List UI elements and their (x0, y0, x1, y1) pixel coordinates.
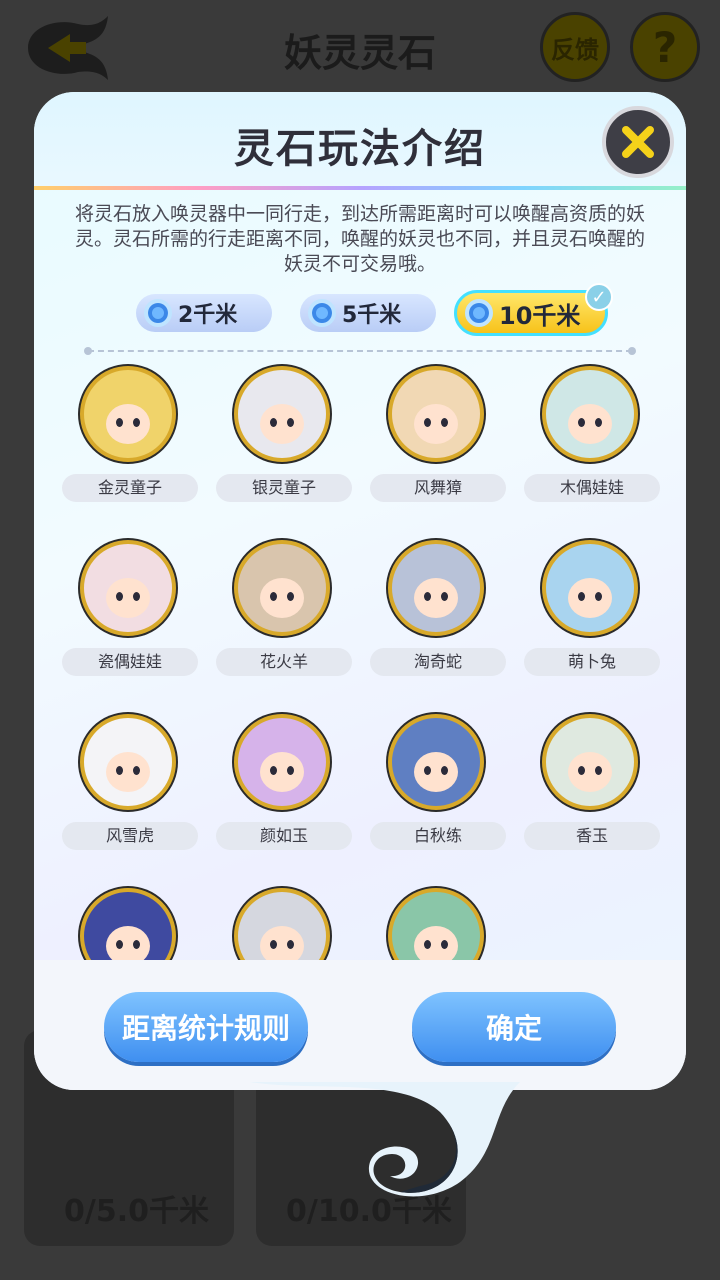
spirit-face-icon (106, 578, 150, 618)
dialog-description: 将灵石放入唤灵器中一同行走，到达所需距离时可以唤醒高资质的妖灵。灵石所需的行走距… (74, 203, 645, 275)
spirit-card[interactable]: 香玉 (524, 710, 660, 860)
checkmark-icon: ✓ (585, 283, 613, 311)
dialog-tail-swirl (250, 1082, 520, 1197)
spirit-card[interactable]: 银灵童子 (216, 362, 352, 512)
spirit-name: 淘奇蛇 (370, 648, 506, 676)
spirit-avatar (234, 540, 330, 636)
spirit-avatar (234, 888, 330, 962)
tab-label: 2千米 (178, 303, 238, 328)
spirit-avatar (542, 540, 638, 636)
spirit-avatar (234, 714, 330, 810)
spirit-avatar (80, 540, 176, 636)
spirit-name: 银灵童子 (216, 474, 352, 502)
confirm-button[interactable]: 确定 (412, 992, 616, 1062)
spirit-card[interactable] (370, 884, 506, 962)
spirit-avatar (80, 888, 176, 962)
spirit-card[interactable]: 风雪虎 (62, 710, 198, 860)
rainbow-divider (34, 186, 686, 190)
intro-dialog: 灵石玩法介绍 将灵石放入唤灵器中一同行走，到达所需距离时可以唤醒高资质的妖灵。灵… (34, 92, 686, 1090)
spirit-name: 金灵童子 (62, 474, 198, 502)
spirit-card[interactable]: 风舞獐 (370, 362, 506, 512)
spirit-name: 风舞獐 (370, 474, 506, 502)
tab-label: 5千米 (342, 303, 402, 328)
spirit-name: 香玉 (524, 822, 660, 850)
spirit-face-icon (414, 578, 458, 618)
spirit-name: 白秋练 (370, 822, 506, 850)
page-title: 妖灵灵石 (283, 31, 436, 75)
spirit-name: 木偶娃娃 (524, 474, 660, 502)
spirit-avatar (234, 366, 330, 462)
spirit-avatar (388, 540, 484, 636)
spirit-face-icon (568, 752, 612, 792)
tab-label: 10千米 (499, 301, 581, 330)
spirit-avatar (388, 714, 484, 810)
spirit-avatar (388, 888, 484, 962)
spirit-card[interactable]: 萌卜兔 (524, 536, 660, 686)
spirit-face-icon (414, 752, 458, 792)
spirit-face-icon (260, 404, 304, 444)
spirit-face-icon (414, 926, 458, 962)
tab-5km[interactable]: 5千米 (300, 294, 436, 332)
spirit-card[interactable]: 白秋练 (370, 710, 506, 860)
spirit-avatar (80, 714, 176, 810)
spirit-face-icon (568, 578, 612, 618)
page-header: 妖灵灵石 反馈 ? (0, 0, 720, 100)
spirit-face-icon (260, 752, 304, 792)
stone-coin-icon (308, 299, 336, 327)
tab-10km[interactable]: 10千米 ✓ (454, 283, 613, 336)
stone-coin-icon (465, 299, 493, 327)
spirit-face-icon (106, 404, 150, 444)
dialog-footer: 距离统计规则 确定 (34, 960, 686, 1090)
spirit-name: 颜如玉 (216, 822, 352, 850)
close-button[interactable] (602, 106, 674, 178)
spirit-card[interactable] (62, 884, 198, 962)
spirit-face-icon (568, 404, 612, 444)
spirit-card[interactable]: 花火羊 (216, 536, 352, 686)
stone-coin-icon (144, 299, 172, 327)
spirit-name: 萌卜兔 (524, 648, 660, 676)
spirit-name: 瓷偶娃娃 (62, 648, 198, 676)
spirit-grid: 金灵童子 银灵童子 风舞獐 木偶娃娃瓷偶娃娃 花火羊 淘奇蛇 萌卜兔风雪虎 颜如玉 白秋练 香玉 (34, 362, 686, 962)
spirit-card[interactable]: 瓷偶娃娃 (62, 536, 198, 686)
spirit-face-icon (260, 926, 304, 962)
spirit-avatar (388, 366, 484, 462)
spirit-face-icon (106, 752, 150, 792)
spirit-avatar (80, 366, 176, 462)
progress-5km: 0/5.0千米 (64, 1194, 209, 1229)
spirit-card[interactable]: 金灵童子 (62, 362, 198, 512)
spirit-card[interactable] (216, 884, 352, 962)
spirit-name: 花火羊 (216, 648, 352, 676)
spirit-card[interactable]: 木偶娃娃 (524, 362, 660, 512)
help-button[interactable]: ? (630, 12, 700, 82)
spirit-name: 风雪虎 (62, 822, 198, 850)
tab-2km[interactable]: 2千米 (136, 294, 272, 332)
dashed-divider (84, 347, 636, 355)
distance-rules-button[interactable]: 距离统计规则 (104, 992, 308, 1062)
spirit-card[interactable]: 淘奇蛇 (370, 536, 506, 686)
close-icon (622, 126, 654, 158)
spirit-face-icon (414, 404, 458, 444)
spirit-avatar (542, 366, 638, 462)
distance-tabs: 2千米 5千米 10千米 ✓ (34, 283, 686, 340)
spirit-avatar (542, 714, 638, 810)
dialog-title: 灵石玩法介绍 (234, 126, 486, 172)
spirit-card[interactable]: 颜如玉 (216, 710, 352, 860)
spirit-face-icon (106, 926, 150, 962)
spirit-face-icon (260, 578, 304, 618)
feedback-button[interactable]: 反馈 (540, 12, 610, 82)
